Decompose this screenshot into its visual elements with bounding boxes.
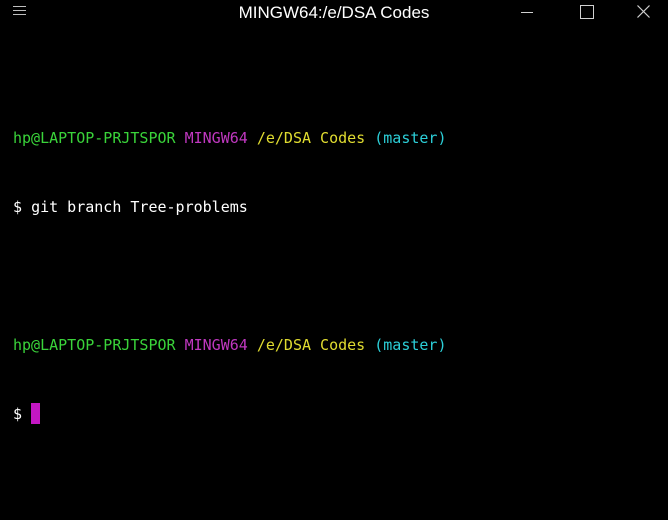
minimize-button[interactable] <box>505 0 551 30</box>
close-button[interactable] <box>620 0 666 30</box>
input-line[interactable]: $ <box>13 403 447 426</box>
title-bar[interactable]: MINGW64:/e/DSA Codes <box>0 0 668 30</box>
prompt-line: hp@LAPTOP-PRJTSPOR MINGW64 /e/DSA Codes … <box>13 127 447 150</box>
command-text: git branch Tree-problems <box>31 198 248 216</box>
prompt-branch: (master) <box>374 336 447 354</box>
close-icon <box>637 5 650 18</box>
text-cursor <box>31 403 41 424</box>
prompt-user-host: hp@LAPTOP-PRJTSPOR <box>13 129 176 147</box>
prompt-line: hp@LAPTOP-PRJTSPOR MINGW64 /e/DSA Codes … <box>13 334 447 357</box>
prompt-user-host: hp@LAPTOP-PRJTSPOR <box>13 336 176 354</box>
command-line: $ git branch Tree-problems <box>13 196 447 219</box>
prompt-symbol: $ <box>13 405 23 423</box>
prompt-branch: (master) <box>374 129 447 147</box>
prompt-system: MINGW64 <box>184 336 248 354</box>
prompt-symbol: $ <box>13 198 23 216</box>
terminal-window: MINGW64:/e/DSA Codes hp@LAPTOP-PRJTSPOR … <box>0 0 668 520</box>
maximize-button[interactable] <box>563 0 609 30</box>
prompt-path: /e/DSA Codes <box>256 336 366 354</box>
prompt-system: MINGW64 <box>184 129 248 147</box>
terminal-output[interactable]: hp@LAPTOP-PRJTSPOR MINGW64 /e/DSA Codes … <box>13 81 447 472</box>
prompt-path: /e/DSA Codes <box>256 129 366 147</box>
